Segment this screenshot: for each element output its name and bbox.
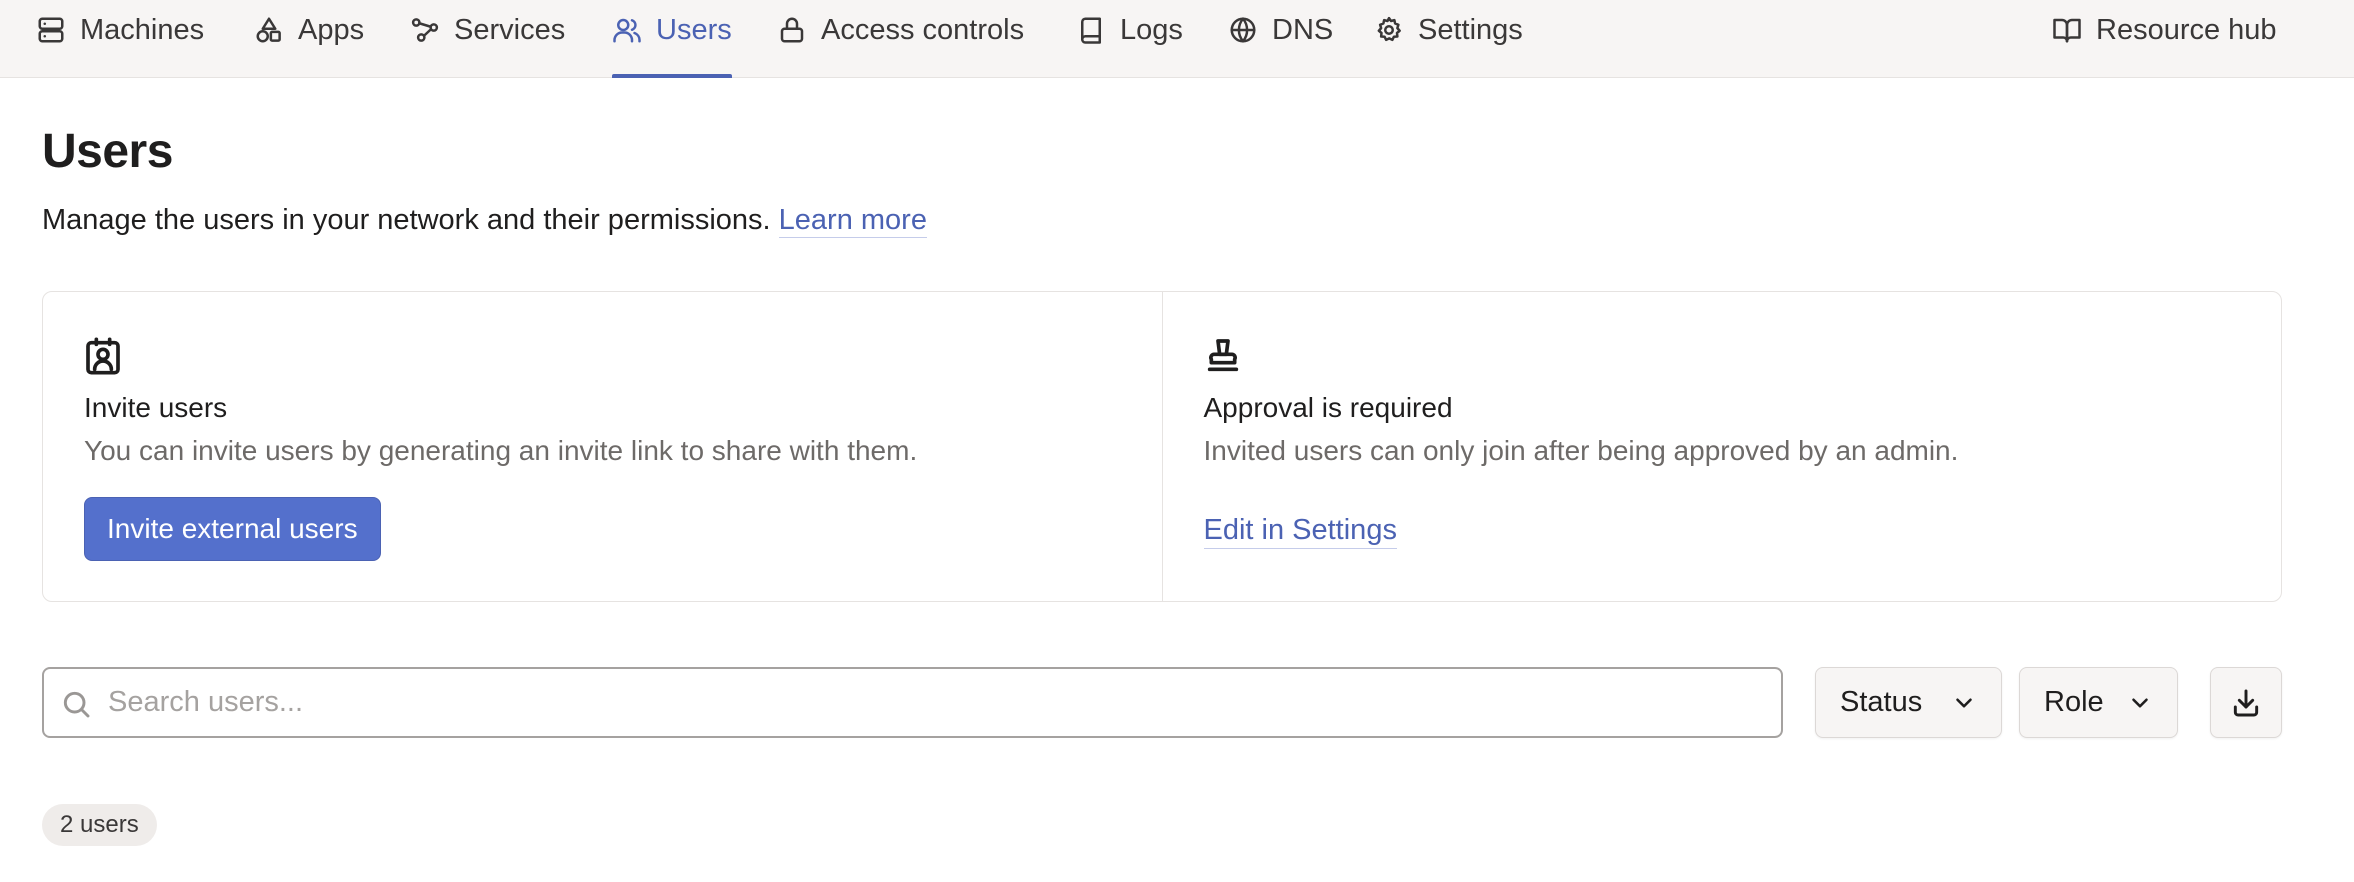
nav-item-logs[interactable]: Logs	[1076, 0, 1183, 78]
invite-users-card: Invite users You can invite users by gen…	[43, 292, 1162, 601]
nav-item-dns[interactable]: DNS	[1228, 0, 1333, 78]
nav-item-label: Apps	[298, 13, 365, 46]
card-title: Approval is required	[1203, 392, 1453, 423]
top-navigation: Machines Apps Services Users Access cont…	[0, 0, 2354, 78]
page-title: Users	[42, 125, 173, 178]
nav-item-label: Users	[656, 13, 732, 46]
nav-item-label: Settings	[1418, 13, 1523, 46]
resource-hub-label: Resource hub	[2096, 13, 2277, 46]
services-icon	[411, 18, 439, 42]
nav-item-label: Machines	[80, 13, 205, 46]
globe-icon	[1230, 17, 1256, 43]
contact-card-icon	[83, 336, 123, 376]
server-icon	[38, 17, 64, 43]
gear-icon	[1377, 16, 1401, 42]
lock-icon	[780, 17, 804, 43]
edit-in-settings-link[interactable]: Edit in Settings	[1203, 514, 1397, 549]
approval-card: Approval is required Invited users can o…	[1161, 292, 2282, 601]
user-count-badge: 2 users	[42, 804, 157, 846]
nav-item-access-controls[interactable]: Access controls	[777, 0, 1024, 78]
nav-item-label: Access controls	[821, 13, 1025, 46]
book-open-icon	[2053, 18, 2081, 43]
status-filter-label: Status	[1840, 686, 1923, 718]
chevron-down-icon	[1956, 697, 1972, 708]
card-description: You can invite users by generating an in…	[84, 435, 918, 466]
resource-hub-link[interactable]: Resource hub	[2052, 0, 2277, 78]
search-input[interactable]	[44, 669, 1781, 736]
status-filter-dropdown[interactable]: Status	[1815, 667, 2002, 738]
nav-item-machines[interactable]: Machines	[36, 0, 204, 78]
nav-item-label: DNS	[1272, 13, 1334, 46]
role-filter-label: Role	[2044, 686, 2104, 718]
chevron-down-icon	[2132, 697, 2148, 708]
learn-more-link[interactable]: Learn more	[778, 204, 927, 238]
card-title: Invite users	[84, 392, 228, 423]
invite-external-users-button[interactable]: Invite external users	[84, 497, 381, 561]
nav-item-services[interactable]: Services	[410, 0, 565, 78]
nav-item-apps[interactable]: Apps	[254, 0, 364, 78]
nav-item-label: Services	[454, 13, 566, 46]
role-filter-dropdown[interactable]: Role	[2019, 667, 2178, 738]
nav-item-settings[interactable]: Settings	[1374, 0, 1523, 78]
nav-item-label: Logs	[1120, 13, 1183, 46]
shapes-icon	[256, 17, 281, 43]
card-description: Invited users can only join after being …	[1203, 435, 1959, 466]
download-button[interactable]	[2210, 667, 2282, 738]
info-cards: Invite users You can invite users by gen…	[42, 291, 2282, 602]
page-subtitle: Manage the users in your network and the…	[42, 204, 927, 238]
book-icon	[1081, 17, 1101, 44]
subtitle-text: Manage the users in your network and the…	[42, 204, 771, 236]
download-icon	[2233, 689, 2259, 716]
search-box	[42, 667, 1783, 738]
nav-item-users[interactable]: Users	[612, 0, 732, 78]
users-icon	[613, 18, 641, 43]
stamp-icon	[1203, 336, 1243, 376]
search-icon	[63, 691, 90, 718]
